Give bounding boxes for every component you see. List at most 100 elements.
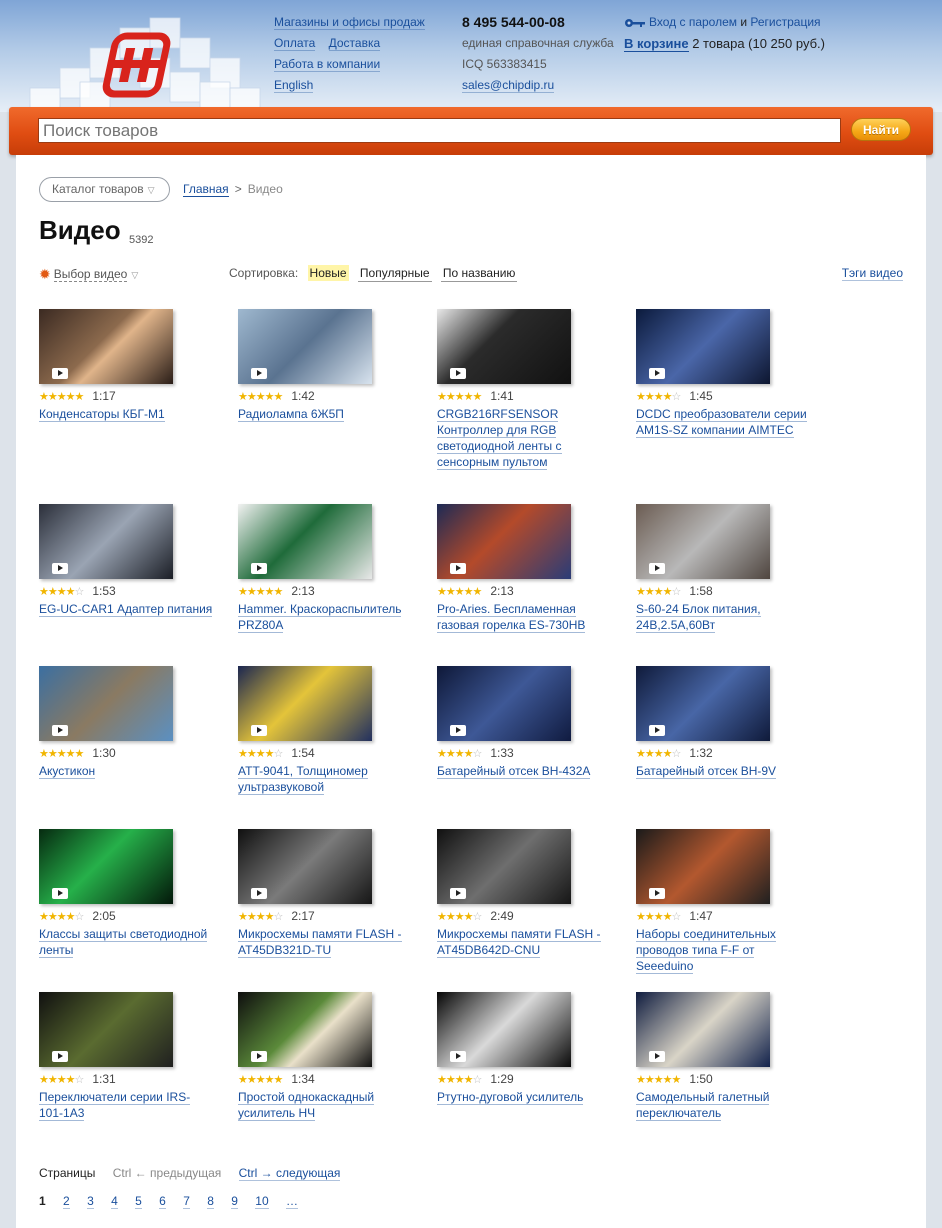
video-thumbnail[interactable]: [437, 666, 571, 741]
page-link[interactable]: 10: [255, 1194, 269, 1209]
video-title-link[interactable]: Pro-Aries. Беспламенная газовая горелка …: [437, 601, 612, 633]
play-icon: [52, 1051, 68, 1062]
sort-option-name[interactable]: По названию: [440, 265, 518, 282]
video-thumbnail[interactable]: [238, 666, 372, 741]
sort-option-new[interactable]: Новые: [307, 265, 349, 281]
breadcrumb-current: Видео: [247, 182, 283, 196]
star-rating-icon: ★★★★☆: [636, 586, 681, 598]
play-icon: [52, 563, 68, 574]
english-link[interactable]: English: [274, 78, 314, 93]
jobs-link[interactable]: Работа в компании: [274, 57, 381, 72]
video-meta: ★★★★☆ 1:45: [636, 389, 826, 404]
video-duration: 1:34: [291, 1072, 315, 1086]
star-rating-icon: ★★★★☆: [636, 748, 681, 760]
video-card: ★★★★☆ 1:58 S-60-24 Блок питания, 24В,2.5А,…: [636, 504, 826, 633]
search-button[interactable]: Найти: [851, 118, 911, 141]
video-thumbnail[interactable]: [39, 309, 173, 384]
star-rating-icon: ★★★★★: [238, 586, 283, 598]
video-title-link[interactable]: Микросхемы памяти FLASH - AT45DB321D-TU: [238, 926, 413, 958]
video-thumbnail[interactable]: [238, 309, 372, 384]
more-pages-link[interactable]: …: [285, 1194, 298, 1209]
page-link[interactable]: 2: [63, 1194, 70, 1209]
video-title-link[interactable]: Простой однокаскадный усилитель НЧ: [238, 1089, 413, 1121]
page-link[interactable]: 5: [135, 1194, 142, 1209]
video-title-link[interactable]: Акустикон: [39, 763, 214, 779]
video-title-link[interactable]: ATT-9041, Толщиномер ультразвуковой: [238, 763, 413, 795]
page-link[interactable]: 6: [159, 1194, 166, 1209]
register-link[interactable]: Регистрация: [750, 15, 820, 29]
prev-page-hint: Ctrl ← предыдущая: [112, 1166, 222, 1180]
page-link[interactable]: 8: [207, 1194, 214, 1209]
video-thumbnail[interactable]: [636, 309, 770, 384]
play-icon: [649, 563, 665, 574]
video-title-link[interactable]: Hammer. Краскораспылитель PRZ80A: [238, 601, 413, 633]
page-link[interactable]: 4: [111, 1194, 118, 1209]
video-thumbnail[interactable]: [238, 829, 372, 904]
catalog-button[interactable]: Каталог товаров ▽: [39, 177, 170, 202]
video-select-dropdown[interactable]: ✹ Выбор видео ▽: [39, 266, 138, 283]
sort-label: Сортировка:: [229, 266, 299, 280]
video-select-label: Выбор видео: [53, 267, 128, 282]
video-thumbnail[interactable]: [437, 829, 571, 904]
video-title-link[interactable]: Радиолампа 6Ж5П: [238, 406, 413, 422]
breadcrumb-home-link[interactable]: Главная: [183, 182, 229, 197]
video-thumbnail[interactable]: [437, 992, 571, 1067]
search-input[interactable]: [38, 118, 841, 143]
page-link[interactable]: 7: [183, 1194, 190, 1209]
video-title-link[interactable]: Конденсаторы КБГ-М1: [39, 406, 214, 422]
video-card: ★★★★☆ 2:05 Классы защиты светодиодной лент…: [39, 829, 229, 958]
email-link[interactable]: sales@chipdip.ru: [462, 78, 555, 93]
page-link[interactable]: 9: [231, 1194, 238, 1209]
video-title-link[interactable]: S-60-24 Блок питания, 24В,2.5А,60Вт: [636, 601, 811, 633]
video-title-link[interactable]: Батарейный отсек BH-432A: [437, 763, 612, 779]
cart-link[interactable]: В корзине: [624, 36, 689, 52]
pagination-nav: Страницы Ctrl ← предыдущая Ctrl → следую…: [39, 1166, 341, 1181]
video-title-link[interactable]: Батарейный отсек BH-9V: [636, 763, 811, 779]
video-thumbnail[interactable]: [39, 992, 173, 1067]
video-title-link[interactable]: Микросхемы памяти FLASH - AT45DB642D-CNU: [437, 926, 612, 958]
video-thumbnail[interactable]: [238, 992, 372, 1067]
video-card: ★★★★☆ 2:17 Микросхемы памяти FLASH - AT45D…: [238, 829, 428, 958]
catalog-button-label: Каталог товаров: [52, 182, 144, 196]
play-icon: [649, 888, 665, 899]
video-thumbnail[interactable]: [437, 309, 571, 384]
header-contact: 8 495 544-00-08 единая справочная служба…: [462, 12, 614, 96]
video-title-link[interactable]: Ртутно-дуговой усилитель: [437, 1089, 612, 1105]
video-title-link[interactable]: EG-UC-CAR1 Адаптер питания: [39, 601, 214, 617]
play-icon: [450, 888, 466, 899]
video-title-link[interactable]: Наборы соединительных проводов типа F-F …: [636, 926, 811, 974]
video-thumbnail[interactable]: [39, 666, 173, 741]
video-thumbnail[interactable]: [636, 829, 770, 904]
breadcrumb-separator: >: [234, 182, 242, 196]
video-thumbnail[interactable]: [39, 829, 173, 904]
video-thumbnail[interactable]: [636, 992, 770, 1067]
video-card: ★★★★★ 1:30 Акустикон: [39, 666, 229, 779]
delivery-link[interactable]: Доставка: [328, 36, 381, 51]
pagination-label: Страницы: [39, 1166, 96, 1180]
play-icon: [649, 1051, 665, 1062]
video-card: ★★★★☆ 1:53 EG-UC-CAR1 Адаптер питания: [39, 504, 229, 617]
video-title-link[interactable]: Самодельный галетный переключатель: [636, 1089, 811, 1121]
stores-link[interactable]: Магазины и офисы продаж: [274, 15, 425, 30]
video-duration: 2:17: [291, 909, 315, 923]
video-title-link[interactable]: CRGB216RFSENSOR Контроллер для RGB свето…: [437, 406, 612, 470]
video-thumbnail[interactable]: [437, 504, 571, 579]
header-links: Магазины и офисы продаж Оплата Доставка …: [274, 12, 425, 96]
login-link[interactable]: Вход с паролем: [649, 15, 737, 29]
video-title-link[interactable]: Переключатели серии IRS-101-1A3: [39, 1089, 214, 1121]
video-title-link[interactable]: DCDC преобразователи серии AM1S-SZ компа…: [636, 406, 811, 438]
video-thumbnail[interactable]: [238, 504, 372, 579]
video-card: ★★★★☆ 1:45 DCDC преобразователи серии AM1S…: [636, 309, 826, 438]
payment-link[interactable]: Оплата: [274, 36, 316, 51]
video-duration: 1:32: [689, 746, 713, 760]
next-page-link[interactable]: Ctrl → следующая: [238, 1166, 341, 1181]
video-meta: ★★★★★ 2:13: [238, 584, 428, 599]
video-thumbnail[interactable]: [636, 666, 770, 741]
video-thumbnail[interactable]: [636, 504, 770, 579]
chipdip-logo[interactable]: [100, 30, 180, 102]
sort-option-popular[interactable]: Популярные: [357, 265, 432, 282]
video-tags-link[interactable]: Тэги видео: [841, 266, 903, 281]
video-title-link[interactable]: Классы защиты светодиодной ленты: [39, 926, 214, 958]
page-link[interactable]: 3: [87, 1194, 94, 1209]
video-thumbnail[interactable]: [39, 504, 173, 579]
